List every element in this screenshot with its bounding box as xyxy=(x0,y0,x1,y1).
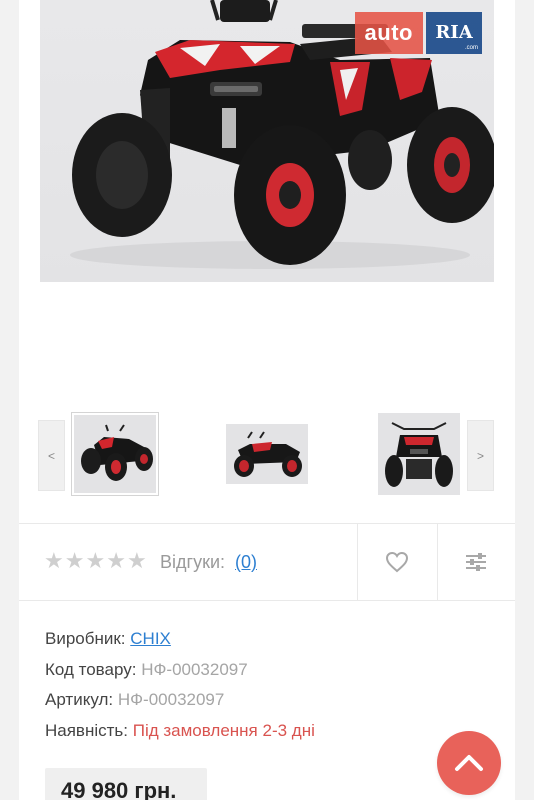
price-box: 49 980 грн. xyxy=(45,768,207,800)
thumbnail-atv-image xyxy=(226,424,308,484)
gallery-prev-button[interactable]: < xyxy=(38,420,65,491)
product-code-label: Код товару: xyxy=(45,660,137,679)
rating-stars[interactable]: ★ ★ ★ ★ ★ xyxy=(44,548,147,574)
divider xyxy=(437,524,438,600)
price-value: 49 980 грн. xyxy=(61,778,177,800)
article-row: Артикул: НФ-00032097 xyxy=(45,690,224,710)
thumbnail-atv-image xyxy=(378,413,460,495)
manufacturer-link[interactable]: CHIX xyxy=(130,629,171,648)
availability-value: Під замовлення 2-3 дні xyxy=(132,721,315,740)
star-icon[interactable]: ★ xyxy=(44,548,64,574)
thumbnail-gallery: < > xyxy=(38,410,494,500)
watermark-ria-domain: .com xyxy=(464,45,478,51)
sliders-icon xyxy=(466,553,486,571)
scroll-to-top-button[interactable] xyxy=(437,731,501,795)
watermark-auto: auto xyxy=(354,12,423,54)
manufacturer-row: Виробник: CHIX xyxy=(45,629,171,649)
thumbnail-1[interactable] xyxy=(71,412,159,496)
thumbnail-atv-image xyxy=(74,415,156,493)
reviews-count-link[interactable]: (0) xyxy=(235,552,257,573)
watermark-ria: RIA .com xyxy=(426,12,482,54)
heart-icon xyxy=(385,551,409,573)
product-main-image[interactable]: auto RIA .com xyxy=(40,0,494,282)
availability-label: Наявність: xyxy=(45,721,128,740)
thumbnail-3[interactable] xyxy=(378,413,460,495)
article-label: Артикул: xyxy=(45,690,114,709)
divider xyxy=(357,524,358,600)
star-icon[interactable]: ★ xyxy=(127,548,147,574)
rating-actions-row: ★ ★ ★ ★ ★ Відгуки: (0) xyxy=(19,524,515,600)
article-value: НФ-00032097 xyxy=(117,690,225,709)
product-code-value: НФ-00032097 xyxy=(141,660,248,679)
compare-button[interactable] xyxy=(456,542,496,582)
star-icon[interactable]: ★ xyxy=(85,548,105,574)
product-code-row: Код товару: НФ-00032097 xyxy=(45,660,248,680)
chevron-up-icon xyxy=(455,755,483,771)
availability-row: Наявність: Під замовлення 2-3 дні xyxy=(45,721,315,741)
watermark-ria-text: RIA xyxy=(435,22,473,43)
gallery-next-button[interactable]: > xyxy=(467,420,494,491)
star-icon[interactable]: ★ xyxy=(106,548,126,574)
reviews-label: Відгуки: xyxy=(160,552,226,572)
manufacturer-label: Виробник: xyxy=(45,629,126,648)
divider xyxy=(19,600,515,601)
thumbnail-2[interactable] xyxy=(226,424,308,484)
star-icon[interactable]: ★ xyxy=(65,548,85,574)
autoria-watermark: auto RIA .com xyxy=(354,12,482,54)
favorite-button[interactable] xyxy=(377,542,417,582)
